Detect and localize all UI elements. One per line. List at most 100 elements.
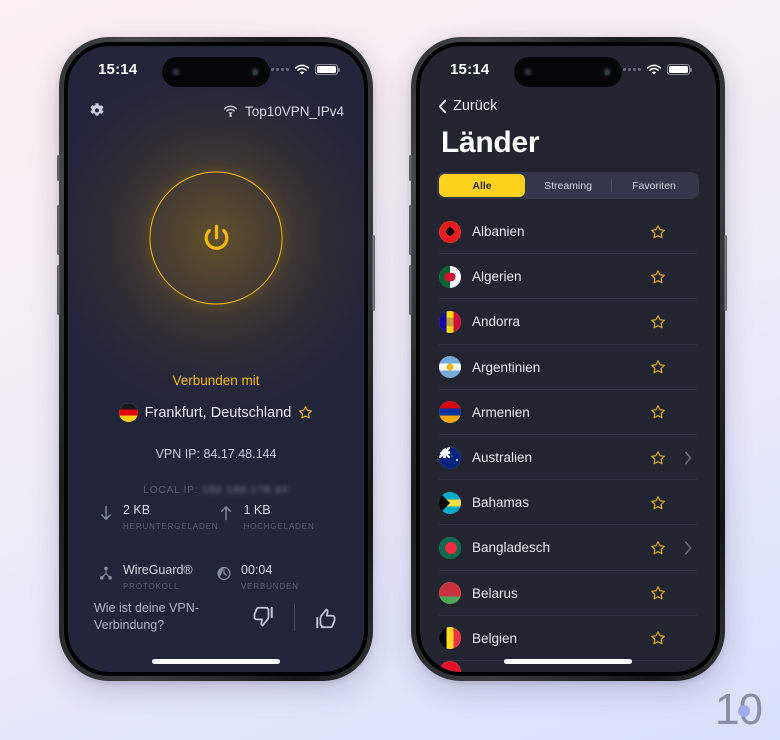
country-row-armenien[interactable]: Armenien: [420, 390, 716, 436]
page-title: Länder: [441, 126, 540, 159]
gear-icon[interactable]: [88, 102, 106, 120]
feedback-question: Wie ist deine VPN-Verbindung?: [94, 601, 199, 633]
stat-label: HERUNTERGELADEN: [123, 521, 219, 531]
arrow-down-icon: [100, 505, 112, 520]
connected-network: Top10VPN_IPv4: [223, 104, 344, 119]
country-row-argentinien[interactable]: Argentinien: [420, 345, 716, 390]
vpn-power-toggle[interactable]: [149, 171, 283, 305]
star-outline-icon[interactable]: [650, 314, 666, 330]
volume-up-button[interactable]: [57, 205, 60, 255]
battery-icon: [315, 63, 340, 76]
clock-icon: [217, 566, 231, 580]
power-button-hardware[interactable]: [372, 235, 375, 311]
star-outline-icon[interactable]: [650, 495, 666, 511]
feedback-divider: [294, 603, 295, 631]
local-ip-value-redacted: 192.168.178.44: [201, 484, 289, 496]
cellular-signal-icon: [623, 68, 641, 71]
country-row-belgien[interactable]: Belgien: [420, 616, 716, 662]
country-name: Armenien: [472, 404, 530, 420]
country-row-andorra[interactable]: Andorra: [420, 299, 716, 345]
top10vpn-watermark: 10: [715, 688, 763, 732]
battery-icon: [667, 63, 692, 76]
silence-switch-right[interactable]: [409, 155, 412, 181]
connection-status-label: Verbunden mit: [172, 373, 260, 388]
volume-down-button-right[interactable]: [409, 265, 412, 315]
back-button[interactable]: Zurück: [438, 98, 497, 114]
star-outline-icon[interactable]: [650, 269, 666, 285]
stat-value: 00:04: [241, 562, 273, 577]
stats-row-transfer: 2 KB HERUNTERGELADEN 1 KB HOCHGELADEN: [98, 503, 334, 531]
star-outline-icon[interactable]: [650, 630, 666, 646]
wifi-icon: [646, 64, 662, 75]
star-outline-icon[interactable]: [650, 359, 666, 375]
phone-right: 15:14 Zurück Länder Alle Streaming Favor…: [409, 37, 727, 681]
protocol-icon: [100, 566, 112, 580]
silence-switch[interactable]: [57, 155, 60, 181]
star-outline-icon[interactable]: [650, 224, 666, 240]
country-row-albanien[interactable]: Albanien: [420, 209, 716, 255]
flag-bangladesh-icon: [439, 536, 461, 559]
country-name: Belarus: [472, 585, 518, 601]
flag-andorra-icon: [439, 310, 461, 333]
home-indicator-left[interactable]: [152, 659, 280, 664]
country-row-bangladesch[interactable]: Bangladesch: [420, 525, 716, 571]
countries-screen: 15:14 Zurück Länder Alle Streaming Favor…: [420, 46, 716, 672]
power-button-hardware-right[interactable]: [724, 235, 727, 311]
local-ip-label: LOCAL IP:: [143, 484, 199, 496]
country-name: Australien: [472, 450, 533, 466]
tab-favoriten[interactable]: Favoriten: [611, 174, 697, 197]
country-name: Bahamas: [472, 495, 530, 511]
home-indicator-right[interactable]: [504, 659, 632, 664]
face-id-sensor-icon: [250, 66, 261, 78]
phone-right-bezel: 15:14 Zurück Länder Alle Streaming Favor…: [416, 42, 720, 676]
flag-albania-icon: [439, 220, 461, 243]
tab-alle[interactable]: Alle: [439, 174, 525, 197]
country-row-algerien[interactable]: Algerien: [420, 254, 716, 300]
connected-location-row[interactable]: Frankfurt, Deutschland: [68, 403, 364, 422]
stat-downloaded: 2 KB HERUNTERGELADEN: [98, 503, 219, 531]
stat-uploaded: 1 KB HOCHGELADEN: [218, 503, 334, 531]
volume-up-button-right[interactable]: [409, 205, 412, 255]
star-outline-icon[interactable]: [650, 404, 666, 420]
thumbs-down-icon[interactable]: [251, 605, 276, 630]
star-outline-icon[interactable]: [650, 585, 666, 601]
phone-right-screen: 15:14 Zurück Länder Alle Streaming Favor…: [420, 46, 716, 672]
back-button-label: Zurück: [453, 98, 498, 114]
flag-belgium-icon: [439, 627, 461, 650]
star-outline-icon[interactable]: [650, 450, 666, 466]
network-name-label: Top10VPN_IPv4: [244, 103, 344, 119]
phone-left: 15:14 Top10VPN_IPv4 Verbunden mit Frankf…: [57, 37, 375, 681]
cellular-signal-icon: [271, 68, 289, 71]
tab-streaming[interactable]: Streaming: [525, 174, 611, 197]
stat-protocol: WireGuard® PROTOKOLL: [98, 562, 216, 591]
dynamic-island-right: [514, 57, 622, 87]
thumbs-up-icon[interactable]: [313, 605, 338, 630]
country-name: Belgien: [472, 630, 518, 646]
country-list[interactable]: Albanien Algerien Andorra Argentinien Ar…: [420, 209, 716, 672]
connection-stats: 2 KB HERUNTERGELADEN 1 KB HOCHGELADEN Wi…: [98, 503, 334, 591]
star-outline-icon[interactable]: [298, 405, 313, 420]
flag-germany-icon: [118, 403, 138, 422]
stat-value: WireGuard®: [123, 562, 193, 577]
country-row-australien[interactable]: Australien: [420, 435, 716, 481]
face-id-sensor-icon: [602, 66, 613, 78]
vpn-ip-label: VPN IP: 84.17.48.144: [155, 447, 277, 461]
status-time: 15:14: [98, 61, 138, 78]
chevron-right-icon[interactable]: [681, 541, 695, 555]
flag-partial-icon: [439, 660, 461, 672]
filter-tabs: Alle Streaming Favoriten: [437, 172, 699, 199]
flag-belarus-icon: [439, 582, 461, 605]
country-row-bahamas[interactable]: Bahamas: [420, 480, 716, 526]
chevron-right-icon[interactable]: [681, 451, 695, 465]
flag-bahamas-icon: [439, 491, 461, 514]
star-outline-icon[interactable]: [650, 540, 666, 556]
country-name: Andorra: [472, 314, 521, 330]
chevron-left-icon: [438, 99, 447, 113]
country-row-belarus[interactable]: Belarus: [420, 571, 716, 616]
feedback-actions: [251, 603, 338, 631]
stats-row-protocol: WireGuard® PROTOKOLL 00:04 VERBUNDEN: [98, 562, 334, 591]
stat-label: VERBUNDEN: [241, 581, 299, 591]
local-ip-row: LOCAL IP: 192.168.178.44: [68, 484, 364, 496]
volume-down-button[interactable]: [57, 265, 60, 315]
stat-value: 1 KB: [243, 503, 271, 517]
